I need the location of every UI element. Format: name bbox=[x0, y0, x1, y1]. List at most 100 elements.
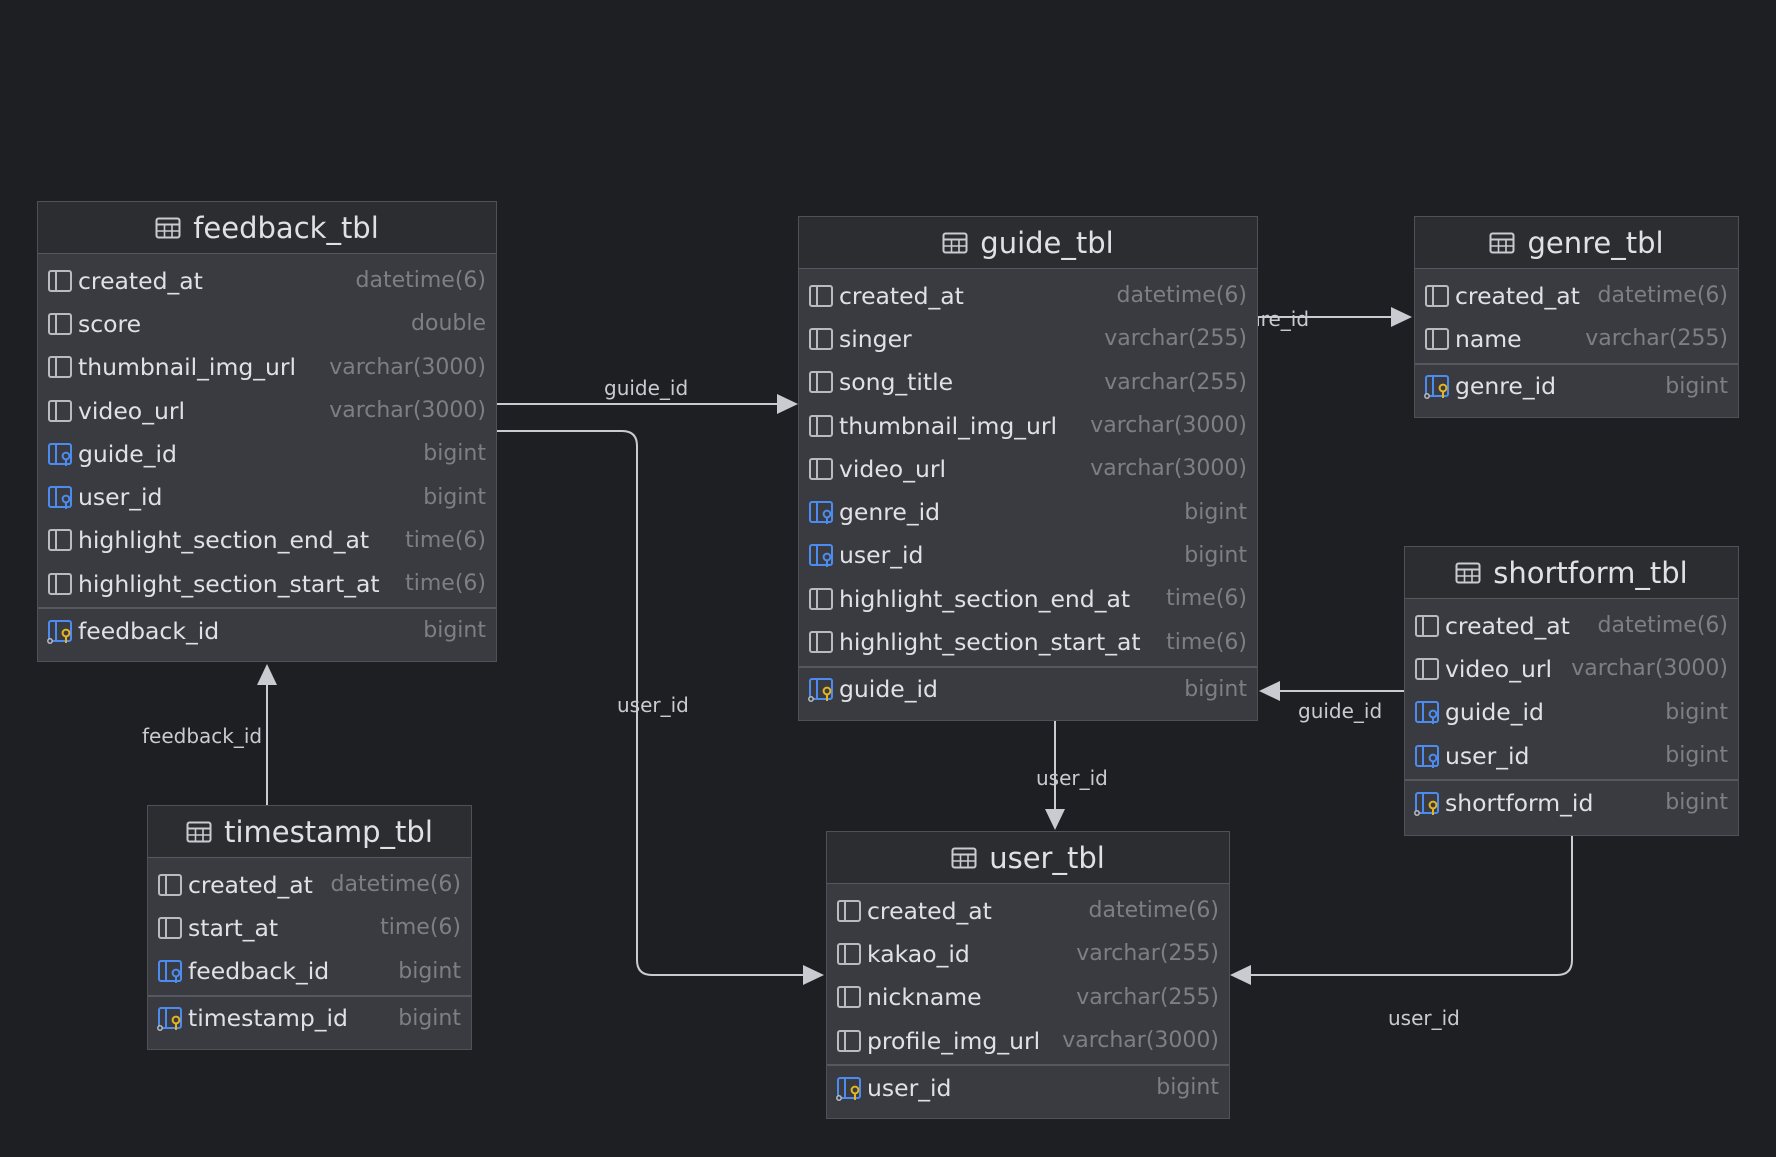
column-type: varchar(255) bbox=[1076, 941, 1219, 967]
primary-key-section: timestamp_id bigint bbox=[148, 994, 471, 1040]
column-type: bigint bbox=[398, 1005, 461, 1031]
column-row-created-at[interactable]: created_at datetime(6) bbox=[38, 259, 496, 302]
column-name: thumbnail_img_url bbox=[78, 353, 297, 382]
table-timestamp[interactable]: timestamp_tbl created_at datetime(6) start_… bbox=[147, 805, 472, 1050]
column-row-feedback-id[interactable]: feedback_id bigint bbox=[148, 950, 471, 993]
column-type: varchar(255) bbox=[1076, 984, 1219, 1010]
column-name: feedback_id bbox=[78, 616, 220, 645]
foreign-key-icon bbox=[809, 544, 833, 568]
column-list: created_at datetime(6) start_at time(6) feed… bbox=[148, 858, 471, 993]
column-row-guide-id[interactable]: guide_id bigint bbox=[38, 432, 496, 475]
column-row-highlight-section-end-at[interactable]: highlight_section_end_at time(6) bbox=[799, 577, 1257, 620]
column-name: created_at bbox=[78, 266, 203, 295]
edge-shortform-user[interactable] bbox=[1230, 835, 1573, 985]
column-type: time(6) bbox=[405, 571, 486, 597]
column-name: feedback_id bbox=[188, 957, 330, 986]
column-row-highlight-section-start-at[interactable]: highlight_section_start_at time(6) bbox=[38, 562, 496, 605]
column-row-created-at[interactable]: created_at datetime(6) bbox=[827, 889, 1229, 932]
column-row-thumbnail-img-url[interactable]: thumbnail_img_url varchar(3000) bbox=[38, 346, 496, 389]
column-row-guide-id[interactable]: guide_id bigint bbox=[1405, 691, 1738, 734]
column-name: created_at bbox=[1445, 611, 1570, 640]
column-icon bbox=[809, 371, 833, 394]
table-header[interactable]: user_tbl bbox=[827, 832, 1229, 884]
column-row-start-at[interactable]: start_at time(6) bbox=[148, 906, 471, 949]
column-row-name[interactable]: name varchar(255) bbox=[1415, 317, 1738, 360]
column-icon bbox=[48, 356, 72, 379]
column-icon bbox=[48, 269, 72, 292]
column-row-guide-id[interactable]: guide_id bigint bbox=[799, 668, 1257, 711]
column-type: datetime(6) bbox=[1116, 283, 1247, 309]
column-row-feedback-id[interactable]: feedback_id bigint bbox=[38, 609, 496, 652]
column-type: bigint bbox=[1156, 1075, 1219, 1101]
column-icon bbox=[837, 1029, 861, 1052]
column-row-user-id[interactable]: user_id bigint bbox=[799, 534, 1257, 577]
edge-shortform-guide[interactable] bbox=[1259, 681, 1404, 701]
column-row-timestamp-id[interactable]: timestamp_id bigint bbox=[148, 997, 471, 1040]
column-icon bbox=[809, 327, 833, 350]
table-icon bbox=[186, 821, 212, 842]
column-name: start_at bbox=[188, 913, 279, 942]
column-icon bbox=[48, 399, 72, 422]
column-row-song-title[interactable]: song_title varchar(255) bbox=[799, 361, 1257, 404]
column-row-created-at[interactable]: created_at datetime(6) bbox=[799, 274, 1257, 317]
column-type: datetime(6) bbox=[1597, 283, 1728, 309]
column-type: varchar(3000) bbox=[329, 354, 486, 380]
table-header[interactable]: guide_tbl bbox=[799, 217, 1257, 269]
table-guide[interactable]: guide_tbl created_at datetime(6) singer varc… bbox=[798, 216, 1258, 721]
edge-label-shortform-user: user_id bbox=[1388, 1006, 1460, 1030]
column-type: time(6) bbox=[1166, 586, 1247, 612]
column-row-genre-id[interactable]: genre_id bigint bbox=[799, 490, 1257, 533]
column-list: created_at datetime(6) score double thumbnai… bbox=[38, 254, 496, 605]
table-genre[interactable]: genre_tbl created_at datetime(6) name varcha… bbox=[1414, 216, 1739, 418]
column-row-thumbnail-img-url[interactable]: thumbnail_img_url varchar(3000) bbox=[799, 404, 1257, 447]
edge-label-feedback-guide: guide_id bbox=[604, 376, 689, 400]
column-row-genre-id[interactable]: genre_id bigint bbox=[1415, 365, 1738, 408]
column-name: created_at bbox=[188, 870, 313, 899]
column-type: bigint bbox=[1184, 542, 1247, 568]
column-type: varchar(3000) bbox=[329, 398, 486, 424]
column-name: genre_id bbox=[839, 498, 941, 527]
column-row-user-id[interactable]: user_id bigint bbox=[827, 1066, 1229, 1109]
column-row-singer[interactable]: singer varchar(255) bbox=[799, 317, 1257, 360]
foreign-key-icon bbox=[1415, 701, 1439, 725]
table-header[interactable]: timestamp_tbl bbox=[148, 806, 471, 858]
column-row-video-url[interactable]: video_url varchar(3000) bbox=[799, 447, 1257, 490]
column-row-profile-img-url[interactable]: profile_img_url varchar(3000) bbox=[827, 1019, 1229, 1062]
column-row-created-at[interactable]: created_at datetime(6) bbox=[1405, 604, 1738, 647]
column-name: song_title bbox=[839, 368, 954, 397]
column-row-kakao-id[interactable]: kakao_id varchar(255) bbox=[827, 932, 1229, 975]
table-user[interactable]: user_tbl created_at datetime(6) kakao_id var… bbox=[826, 831, 1230, 1119]
column-row-video-url[interactable]: video_url varchar(3000) bbox=[1405, 647, 1738, 690]
column-type: varchar(3000) bbox=[1090, 456, 1247, 482]
column-row-created-at[interactable]: created_at datetime(6) bbox=[148, 863, 471, 906]
column-name: user_id bbox=[867, 1073, 952, 1102]
column-type: datetime(6) bbox=[1597, 613, 1728, 639]
column-row-score[interactable]: score double bbox=[38, 302, 496, 345]
table-shortform[interactable]: shortform_tbl created_at datetime(6) video_… bbox=[1404, 546, 1739, 836]
column-name: highlight_section_end_at bbox=[839, 584, 1131, 613]
column-icon bbox=[837, 942, 861, 965]
table-feedback[interactable]: feedback_tbl created_at datetime(6) score do… bbox=[37, 201, 497, 662]
table-title: timestamp_tbl bbox=[224, 814, 433, 849]
table-header[interactable]: feedback_tbl bbox=[38, 202, 496, 254]
table-icon bbox=[951, 847, 977, 868]
column-row-nickname[interactable]: nickname varchar(255) bbox=[827, 976, 1229, 1019]
column-type: varchar(3000) bbox=[1062, 1028, 1219, 1054]
primary-key-section: user_id bigint bbox=[827, 1064, 1229, 1109]
column-row-shortform-id[interactable]: shortform_id bigint bbox=[1405, 781, 1738, 824]
column-name: guide_id bbox=[1445, 698, 1544, 727]
column-list: created_at datetime(6) singer varchar(255) s… bbox=[799, 269, 1257, 664]
column-name: guide_id bbox=[839, 675, 938, 704]
primary-key-icon bbox=[47, 619, 72, 644]
column-name: user_id bbox=[1445, 741, 1530, 770]
column-row-user-id[interactable]: user_id bigint bbox=[38, 475, 496, 518]
column-row-highlight-section-start-at[interactable]: highlight_section_start_at time(6) bbox=[799, 620, 1257, 663]
column-type: bigint bbox=[1665, 373, 1728, 399]
table-header[interactable]: genre_tbl bbox=[1415, 217, 1738, 269]
edge-label-feedback-user: user_id bbox=[617, 693, 689, 717]
column-row-highlight-section-end-at[interactable]: highlight_section_end_at time(6) bbox=[38, 519, 496, 562]
table-header[interactable]: shortform_tbl bbox=[1405, 547, 1738, 599]
column-row-created-at[interactable]: created_at datetime(6) bbox=[1415, 274, 1738, 317]
column-row-video-url[interactable]: video_url varchar(3000) bbox=[38, 389, 496, 432]
column-row-user-id[interactable]: user_id bigint bbox=[1405, 734, 1738, 777]
